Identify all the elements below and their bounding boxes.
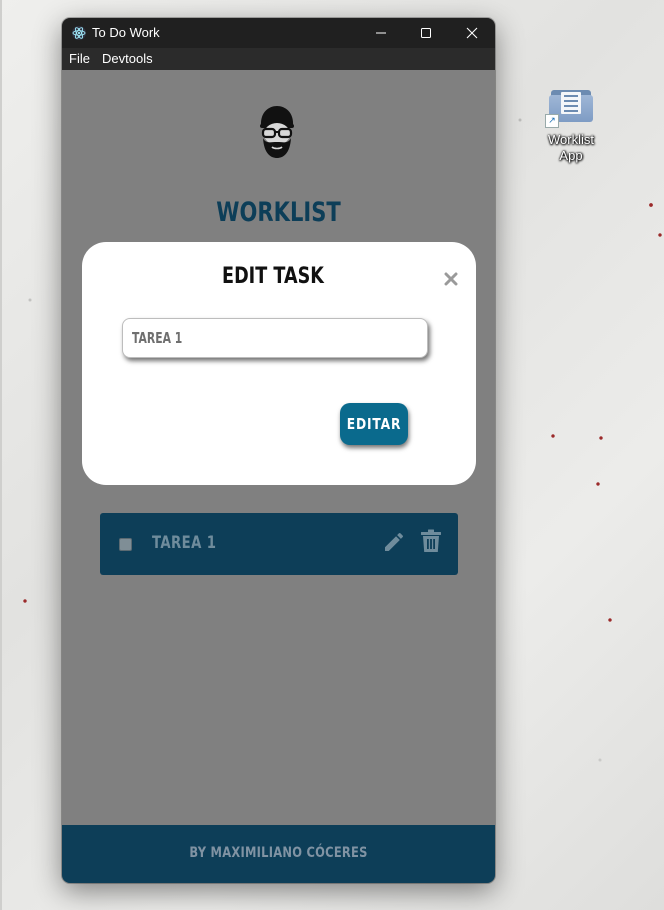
task-name: TAREA 1 xyxy=(152,533,217,553)
maximize-button[interactable] xyxy=(403,18,449,48)
task-name-input-value: TAREA 1 xyxy=(132,329,183,347)
title-bar[interactable]: To Do Work xyxy=(62,18,495,48)
editar-button[interactable]: EDITAR xyxy=(340,403,408,445)
shortcut-arrow-icon: ↗ xyxy=(545,114,559,128)
maximize-icon xyxy=(421,28,431,38)
close-window-icon xyxy=(466,27,478,39)
close-icon[interactable] xyxy=(444,272,458,286)
close-window-button[interactable] xyxy=(449,18,495,48)
trash-icon[interactable] xyxy=(420,529,442,553)
bearded-man-avatar-icon xyxy=(260,106,294,158)
electron-icon xyxy=(72,26,86,40)
app-title: WORKLIST xyxy=(216,197,341,228)
modal-title: EDIT TASK xyxy=(222,264,324,289)
menu-devtools[interactable]: Devtools xyxy=(102,51,153,66)
desktop-edge xyxy=(0,0,2,910)
footer: BY MAXIMILIANO CÓCERES xyxy=(62,825,495,883)
editar-button-label: EDITAR xyxy=(346,415,402,433)
task-name-input[interactable]: TAREA 1 xyxy=(122,318,428,358)
window-title: To Do Work xyxy=(92,25,160,40)
edit-task-modal: EDIT TASK TAREA 1 EDITAR xyxy=(82,242,476,485)
desktop-shortcut-label: Worklist App xyxy=(548,132,594,163)
desktop-shortcut-worklist-app[interactable]: ↗ Worklist App xyxy=(540,88,602,164)
minimize-icon xyxy=(376,32,386,34)
menu-file[interactable]: File xyxy=(69,51,90,66)
task-checkbox[interactable] xyxy=(119,538,132,551)
task-item: TAREA 1 xyxy=(100,513,458,575)
minimize-button[interactable] xyxy=(358,18,404,48)
folder-icon: ↗ xyxy=(545,88,593,128)
menu-bar: File Devtools xyxy=(62,48,495,70)
pencil-icon[interactable] xyxy=(382,530,406,554)
footer-credit: BY MAXIMILIANO CÓCERES xyxy=(189,845,368,861)
